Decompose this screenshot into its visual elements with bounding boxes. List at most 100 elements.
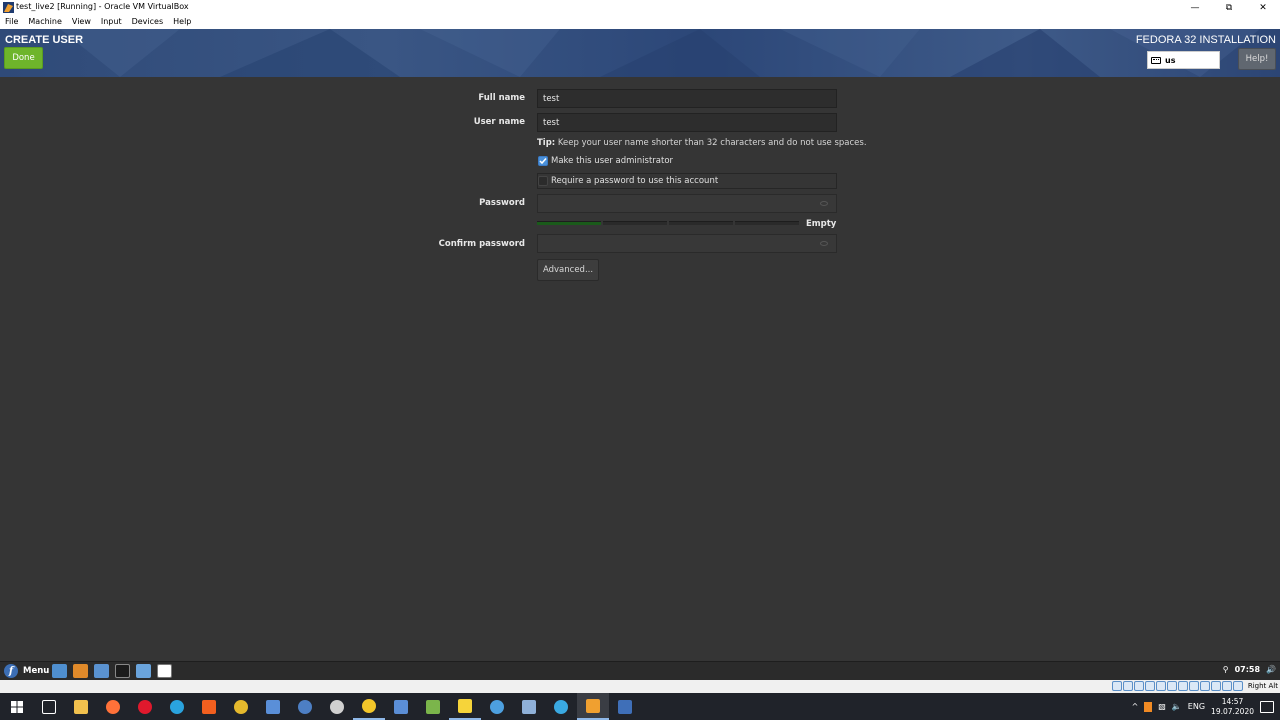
guest-menu-button[interactable]: f Menu xyxy=(4,664,49,678)
menu-devices[interactable]: Devices xyxy=(127,15,169,29)
host-key-icon[interactable] xyxy=(1233,681,1243,691)
installer-header: CREATE USER Done FEDORA 32 INSTALLATION … xyxy=(0,29,1280,77)
notepad-icon[interactable] xyxy=(417,693,449,720)
software-icon[interactable] xyxy=(73,664,88,678)
firefox-icon[interactable] xyxy=(97,693,129,720)
remote-desktop-icon[interactable] xyxy=(257,693,289,720)
notification-center-icon[interactable] xyxy=(1260,700,1274,713)
minimize-button[interactable]: — xyxy=(1178,0,1212,15)
require-password-row[interactable]: Require a password to use this account xyxy=(538,176,718,186)
vm-menubar: File Machine View Input Devices Help xyxy=(0,15,1280,29)
user-name-field[interactable]: test xyxy=(537,113,837,132)
window-title: test_live2 [Running] - Oracle VM Virtual… xyxy=(16,2,189,11)
taskbar-clock[interactable]: 14:57 19.07.2020 xyxy=(1211,697,1254,717)
close-button[interactable]: ✕ xyxy=(1246,0,1280,15)
strength-segment xyxy=(669,221,733,225)
start-button[interactable] xyxy=(0,693,33,720)
brave-icon[interactable] xyxy=(193,693,225,720)
terminal-icon[interactable] xyxy=(115,664,130,678)
tray-app-icon[interactable] xyxy=(1144,701,1153,712)
usb-icon[interactable] xyxy=(1156,681,1166,691)
hard-disk-icon[interactable] xyxy=(1112,681,1122,691)
show-password-icon[interactable] xyxy=(820,201,828,206)
opera-icon[interactable] xyxy=(129,693,161,720)
guest-launchers xyxy=(52,664,172,678)
menu-machine[interactable]: Machine xyxy=(23,15,67,29)
user-name-label: User name xyxy=(473,117,525,127)
virtualbox-manager-icon[interactable] xyxy=(609,693,641,720)
host-taskbar: ^ ▧ 🔈 ENG 14:57 19.07.2020 xyxy=(0,693,1280,720)
keyboard-capture-icon[interactable] xyxy=(1222,681,1232,691)
admin-checkbox[interactable] xyxy=(538,156,548,166)
keyboard-icon xyxy=(1151,56,1161,64)
recording-icon[interactable] xyxy=(1189,681,1199,691)
chrome-icon[interactable] xyxy=(225,693,257,720)
virtualbox-icon xyxy=(3,2,14,13)
window-title-bar: test_live2 [Running] - Oracle VM Virtual… xyxy=(0,0,1280,15)
show-hidden-icons[interactable]: ^ xyxy=(1132,702,1139,711)
done-button[interactable]: Done xyxy=(4,47,43,69)
require-password-label: Require a password to use this account xyxy=(551,176,719,186)
optical-drive-icon[interactable] xyxy=(1123,681,1133,691)
audio-icon[interactable] xyxy=(1134,681,1144,691)
guest-clock[interactable]: 07:58 xyxy=(1235,665,1260,674)
system-tray: ^ ▧ 🔈 ENG 14:57 19.07.2020 xyxy=(1132,693,1280,720)
network-adapter-icon[interactable] xyxy=(1145,681,1155,691)
help-button[interactable]: Help! xyxy=(1238,48,1276,70)
network-icon[interactable]: ⚲ xyxy=(1223,665,1229,674)
full-name-label: Full name xyxy=(478,93,525,103)
telegram-icon[interactable] xyxy=(161,693,193,720)
spoke-title: CREATE USER xyxy=(5,34,84,46)
password-strength-bar xyxy=(537,221,799,225)
admin-checkbox-label: Make this user administrator xyxy=(551,156,674,166)
app-icon[interactable] xyxy=(353,693,385,720)
archive-icon[interactable] xyxy=(449,693,481,720)
file-explorer-icon[interactable] xyxy=(65,693,97,720)
require-password-checkbox[interactable] xyxy=(538,176,548,186)
virtualbox-vm-icon[interactable] xyxy=(577,693,609,720)
header-pattern xyxy=(60,29,1260,77)
vm-status-icons xyxy=(1112,681,1243,691)
telegram-desktop-icon[interactable] xyxy=(545,693,577,720)
speaker-icon[interactable]: 🔈 xyxy=(1172,702,1182,711)
display-icon[interactable] xyxy=(1178,681,1188,691)
confirm-password-field[interactable] xyxy=(537,234,837,253)
virtualbox-app-icon[interactable] xyxy=(385,693,417,720)
taskbar-time: 14:57 xyxy=(1221,696,1244,706)
files-icon[interactable] xyxy=(52,664,67,678)
volume-icon[interactable]: 🔊 xyxy=(1266,665,1276,674)
qbittorrent-icon[interactable] xyxy=(289,693,321,720)
advanced-button[interactable]: Advanced... xyxy=(537,259,599,281)
full-name-value: test xyxy=(543,93,560,104)
password-field[interactable] xyxy=(537,194,837,213)
menu-view[interactable]: View xyxy=(67,15,96,29)
strength-segment xyxy=(603,221,667,225)
cpu-icon[interactable] xyxy=(1200,681,1210,691)
installer-icon[interactable] xyxy=(157,664,172,678)
full-name-field[interactable]: test xyxy=(537,89,837,108)
mouse-integration-icon[interactable] xyxy=(1211,681,1221,691)
menu-help[interactable]: Help xyxy=(168,15,196,29)
network-app-icon[interactable] xyxy=(481,693,513,720)
show-confirm-password-icon[interactable] xyxy=(820,241,828,246)
mail-icon[interactable] xyxy=(94,664,109,678)
menu-input[interactable]: Input xyxy=(96,15,127,29)
strength-segment xyxy=(537,221,601,225)
shared-folders-icon[interactable] xyxy=(1167,681,1177,691)
user-name-value: test xyxy=(543,117,560,128)
editor-icon[interactable] xyxy=(513,693,545,720)
keyboard-layout-indicator[interactable]: us xyxy=(1147,51,1220,69)
task-view-icon[interactable] xyxy=(33,693,65,720)
admin-checkbox-row[interactable]: Make this user administrator xyxy=(538,156,673,166)
tip-text: Keep your user name shorter than 32 char… xyxy=(557,138,867,148)
checkmark-icon xyxy=(539,158,547,165)
language-indicator[interactable]: ENG xyxy=(1188,702,1205,711)
menu-file[interactable]: File xyxy=(0,15,23,29)
host-key-label: Right Alt xyxy=(1247,682,1278,690)
guest-panel-tray: ⚲ 07:58 🔊 xyxy=(1223,665,1276,674)
taskbar-date: 19.07.2020 xyxy=(1211,706,1254,716)
network-status-icon[interactable]: ▧ xyxy=(1158,702,1166,711)
settings-gear-icon[interactable] xyxy=(321,693,353,720)
folder-icon[interactable] xyxy=(136,664,151,678)
restore-button[interactable]: ⧉ xyxy=(1212,0,1246,15)
